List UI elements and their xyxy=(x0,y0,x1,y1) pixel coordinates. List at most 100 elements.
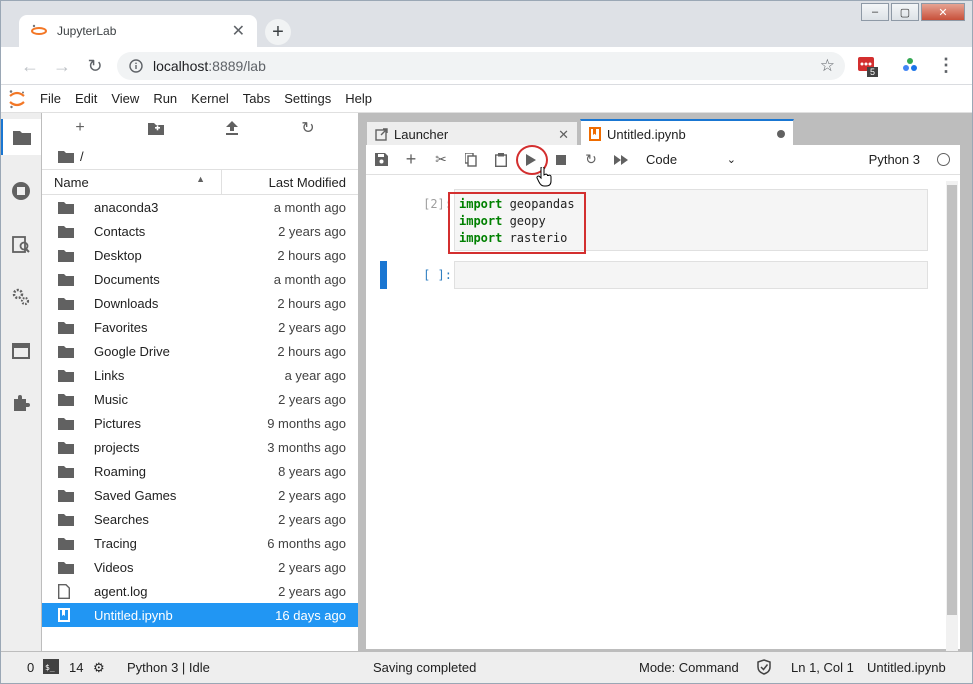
lastpass-extension-icon[interactable]: 5 xyxy=(857,56,878,77)
file-list-item[interactable]: Untitled.ipynb 16 days ago xyxy=(42,603,358,627)
window-close-button[interactable]: ✕ xyxy=(921,3,965,21)
menu-edit[interactable]: Edit xyxy=(68,91,104,106)
file-list-item[interactable]: Searches 2 years ago xyxy=(42,507,358,531)
info-icon[interactable] xyxy=(129,59,143,73)
file-list-item[interactable]: projects 3 months ago xyxy=(42,435,358,459)
new-launcher-icon[interactable]: + xyxy=(42,119,118,137)
file-list-item[interactable]: Downloads 2 hours ago xyxy=(42,291,358,315)
jupyter-favicon-icon xyxy=(31,24,47,35)
forward-arrow-icon[interactable]: → xyxy=(51,55,73,77)
menu-help[interactable]: Help xyxy=(338,91,379,106)
menu-view[interactable]: View xyxy=(104,91,146,106)
notebook-mode[interactable]: Mode: Command xyxy=(639,660,739,675)
trusted-shield-icon[interactable] xyxy=(757,659,771,678)
new-tab-button[interactable]: + xyxy=(265,19,291,45)
tab-close-icon[interactable]: ✕ xyxy=(558,127,569,143)
tab-launcher-label: Launcher xyxy=(394,127,449,142)
breadcrumb-root[interactable]: / xyxy=(80,149,84,164)
file-list-item[interactable]: Pictures 9 months ago xyxy=(42,411,358,435)
file-list-item[interactable]: Music 2 years ago xyxy=(42,387,358,411)
tab-close-icon[interactable]: ✕ xyxy=(232,21,245,41)
file-modified: 9 months ago xyxy=(267,415,346,431)
maximize-button[interactable]: ▢ xyxy=(891,3,919,21)
new-folder-icon[interactable] xyxy=(118,122,194,135)
url-host: localhost xyxy=(153,58,209,74)
file-modified: 2 years ago xyxy=(278,487,346,503)
restart-kernel-icon[interactable]: ↻ xyxy=(576,148,606,172)
menu-run[interactable]: Run xyxy=(146,91,184,106)
file-list-item[interactable]: Tracing 6 months ago xyxy=(42,531,358,555)
file-list-item[interactable]: Videos 2 years ago xyxy=(42,555,358,579)
column-modified-header[interactable]: Last Modified xyxy=(222,170,358,194)
browser-menu-icon[interactable]: ⋮ xyxy=(937,55,955,76)
file-name: Videos xyxy=(94,559,134,575)
cell-type-dropdown[interactable]: Code ⌄ xyxy=(646,152,736,167)
restart-run-all-icon[interactable] xyxy=(606,148,636,172)
menu-kernel[interactable]: Kernel xyxy=(184,91,236,106)
tab-notebook[interactable]: Untitled.ipynb xyxy=(580,119,794,147)
kernel-name[interactable]: Python 3 xyxy=(869,152,920,167)
url-path: :8889/lab xyxy=(208,58,266,74)
file-name: Documents xyxy=(94,271,160,287)
home-folder-icon[interactable] xyxy=(58,150,74,163)
save-icon[interactable] xyxy=(366,148,396,172)
file-modified: 2 years ago xyxy=(278,391,346,407)
extension-manager-icon[interactable] xyxy=(1,385,41,421)
file-list-item[interactable]: anaconda3 a month ago xyxy=(42,195,358,219)
menu-settings[interactable]: Settings xyxy=(277,91,338,106)
cell-editor[interactable] xyxy=(454,261,928,289)
file-modified: 2 years ago xyxy=(278,511,346,527)
reload-icon[interactable]: ↻ xyxy=(84,55,106,77)
file-modified: 2 hours ago xyxy=(277,247,346,263)
cell-prompt: [2]: xyxy=(423,197,452,211)
cursor-position[interactable]: Ln 1, Col 1 xyxy=(791,660,854,675)
file-list-item[interactable]: Contacts 2 years ago xyxy=(42,219,358,243)
file-list-item[interactable]: Google Drive 2 hours ago xyxy=(42,339,358,363)
unsaved-dot-icon[interactable] xyxy=(777,130,785,138)
file-name: Google Drive xyxy=(94,343,170,359)
refresh-icon[interactable]: ↻ xyxy=(270,118,346,138)
paste-icon[interactable] xyxy=(486,148,516,172)
notebook-icon xyxy=(589,127,601,141)
browser-tab-jupyterlab[interactable]: JupyterLab ✕ xyxy=(19,15,257,47)
status-bar: 0 $_ 14 ⚙ Python 3 | Idle Saving complet… xyxy=(1,651,972,683)
folder-icon xyxy=(58,225,74,238)
back-arrow-icon[interactable]: ← xyxy=(19,55,41,77)
file-browser-icon[interactable] xyxy=(1,119,41,155)
notebook-scrollbar[interactable] xyxy=(946,181,958,651)
file-list-item[interactable]: Desktop 2 hours ago xyxy=(42,243,358,267)
file-list-item[interactable]: Saved Games 2 years ago xyxy=(42,483,358,507)
extension-icon[interactable] xyxy=(901,56,921,76)
bookmark-star-icon[interactable]: ☆ xyxy=(820,56,835,76)
kernel-count[interactable]: 14 xyxy=(69,660,83,675)
folder-icon xyxy=(58,201,74,214)
active-code-cell[interactable]: [ ]: xyxy=(380,261,928,289)
running-sessions-icon[interactable] xyxy=(1,173,41,209)
terminal-icon[interactable]: $_ xyxy=(43,659,59,677)
menu-file[interactable]: File xyxy=(33,91,68,106)
tabs-panel-icon[interactable] xyxy=(1,333,41,369)
address-bar[interactable]: localhost:8889/lab ☆ xyxy=(117,52,845,80)
file-name: projects xyxy=(94,439,140,455)
column-name-header[interactable]: Name ▲ xyxy=(42,170,222,194)
insert-cell-icon[interactable]: + xyxy=(396,148,426,172)
file-list-item[interactable]: Links a year ago xyxy=(42,363,358,387)
cut-icon[interactable]: ✂ xyxy=(426,148,456,172)
file-list-item[interactable]: Favorites 2 years ago xyxy=(42,315,358,339)
file-list-item[interactable]: Roaming 8 years ago xyxy=(42,459,358,483)
tab-launcher[interactable]: Launcher ✕ xyxy=(366,121,578,147)
menu-tabs[interactable]: Tabs xyxy=(236,91,277,106)
code-cell[interactable]: [2]: import geopandas import geopy impor… xyxy=(380,189,928,254)
kernel-gear-icon[interactable]: ⚙ xyxy=(93,660,105,676)
file-list-item[interactable]: Documents a month ago xyxy=(42,267,358,291)
url-text: localhost:8889/lab xyxy=(153,58,266,74)
commands-icon[interactable] xyxy=(1,227,41,263)
kernel-state[interactable]: Python 3 | Idle xyxy=(127,660,210,675)
upload-icon[interactable] xyxy=(194,121,270,135)
file-list-item[interactable]: agent.log 2 years ago xyxy=(42,579,358,603)
scrollbar-thumb[interactable] xyxy=(947,185,957,615)
property-inspector-icon[interactable] xyxy=(1,279,41,315)
copy-icon[interactable] xyxy=(456,148,486,172)
minimize-button[interactable]: – xyxy=(861,3,889,21)
terminal-count[interactable]: 0 xyxy=(27,660,34,675)
